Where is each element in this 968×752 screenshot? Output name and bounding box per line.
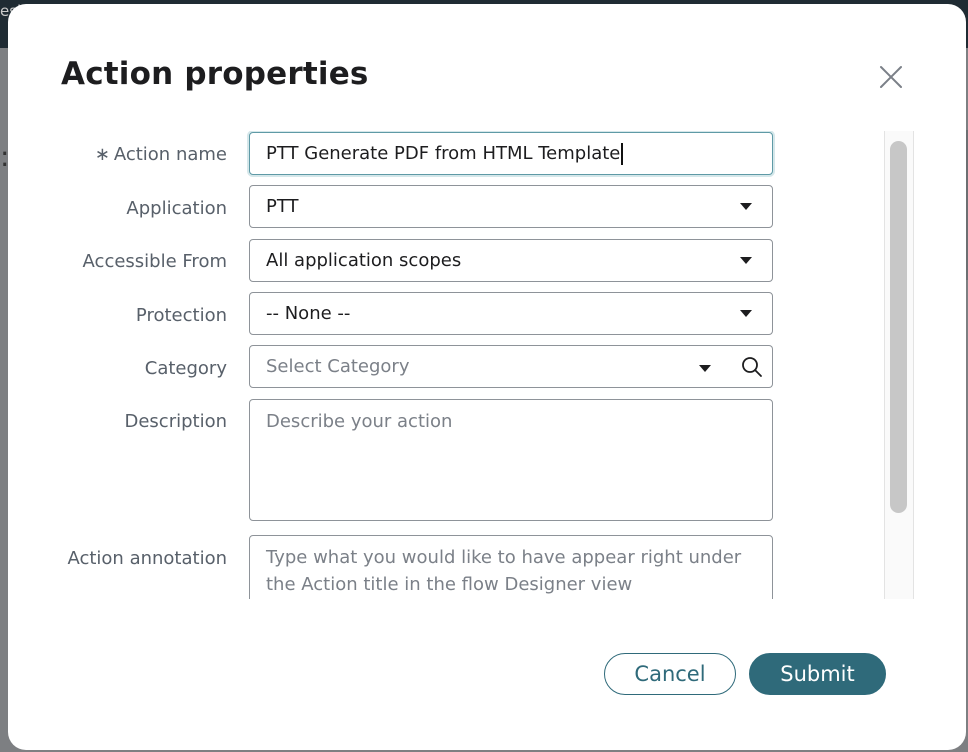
text-cursor	[621, 143, 623, 165]
chevron-down-icon	[740, 257, 752, 264]
chevron-down-icon	[740, 310, 752, 317]
submit-button[interactable]: Submit	[749, 653, 886, 695]
category-label: Category	[144, 358, 227, 379]
action-annotation-label: Action annotation	[67, 548, 227, 569]
protection-select[interactable]: -- None --	[249, 292, 773, 335]
required-icon: ∗	[94, 144, 110, 165]
accessible-from-label: Accessible From	[82, 251, 227, 272]
accessible-from-select[interactable]: All application scopes	[249, 239, 773, 282]
action-name-input[interactable]: PTT Generate PDF from HTML Template	[249, 132, 773, 175]
description-textarea[interactable]: Describe your action	[249, 399, 773, 521]
application-select[interactable]: PTT	[249, 185, 773, 228]
action-properties-dialog: Action properties ∗ Action name PTT Gener…	[8, 4, 966, 750]
application-label: Application	[126, 198, 227, 219]
description-label: Description	[124, 411, 227, 432]
protection-label: Protection	[135, 305, 227, 326]
action-name-label: ∗ Action name	[94, 144, 227, 165]
close-icon[interactable]	[877, 63, 905, 91]
category-select[interactable]: Select Category	[249, 345, 732, 388]
form-scrollbar-thumb[interactable]	[890, 141, 907, 513]
chevron-down-icon	[740, 203, 752, 210]
chevron-down-icon	[699, 365, 711, 372]
search-icon	[741, 356, 762, 377]
form-scroll-area[interactable]: ∗ Action name PTT Generate PDF from HTML …	[8, 131, 913, 599]
category-search-button[interactable]	[731, 345, 773, 388]
dialog-title: Action properties	[61, 56, 369, 92]
action-annotation-textarea[interactable]: Type what you would like to have appear …	[249, 535, 773, 599]
cancel-button[interactable]: Cancel	[604, 653, 736, 695]
